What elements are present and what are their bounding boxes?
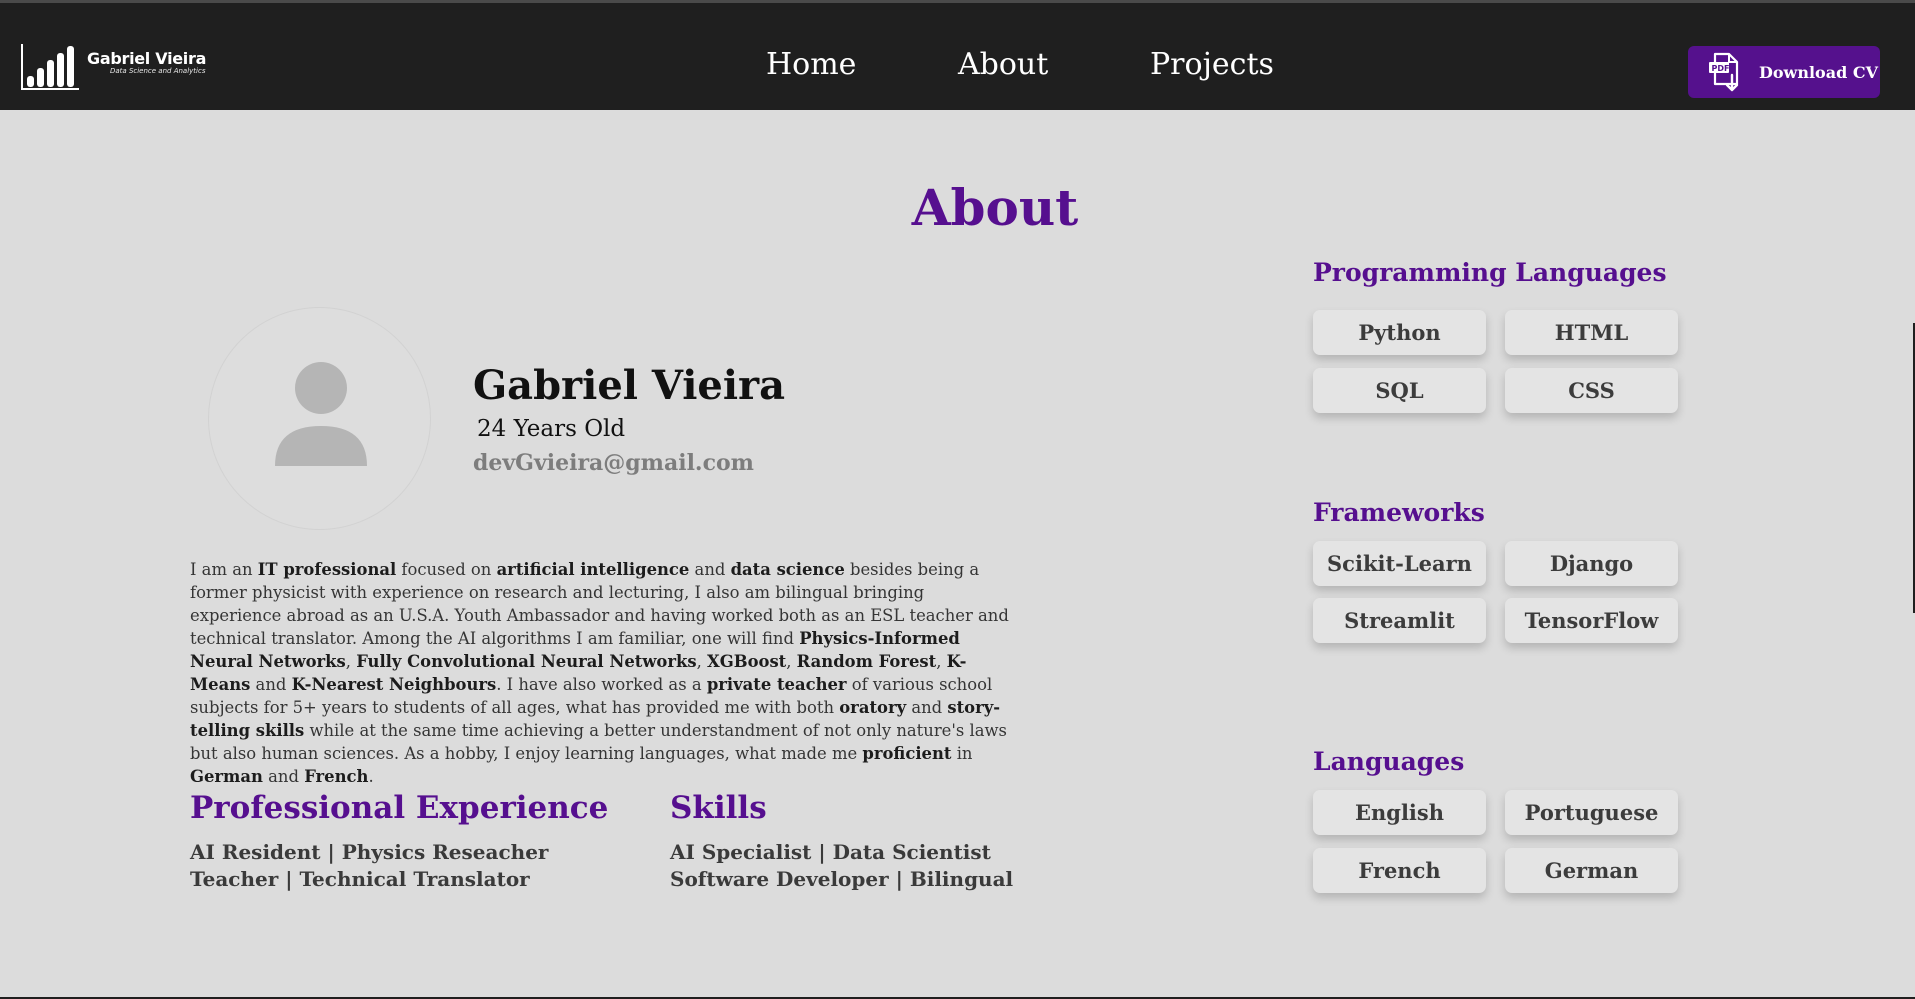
- profile-email[interactable]: devGvieira@gmail.com: [473, 449, 754, 477]
- bio-highlight: data science: [730, 560, 845, 579]
- bio-highlight: artificial intelligence: [496, 560, 690, 579]
- skills-line: AI Specialist | Data Scientist: [670, 840, 991, 864]
- frameworks-title: Frameworks: [1313, 498, 1485, 527]
- profile-age: 24 Years Old: [477, 416, 626, 442]
- bio-highlight: K-Nearest Neighbours: [291, 675, 497, 694]
- nav-about[interactable]: About: [958, 47, 1048, 83]
- bio-text: ,: [345, 652, 357, 671]
- tag-css[interactable]: CSS: [1505, 368, 1678, 413]
- skills-title: Skills: [670, 790, 767, 826]
- tag-tensorflow[interactable]: TensorFlow: [1505, 598, 1678, 643]
- logo-tagline: Data Science and Analytics: [110, 67, 206, 75]
- bio-text: and: [689, 560, 731, 579]
- bio-highlight: Random Forest: [796, 652, 937, 671]
- bio-highlight: German: [190, 767, 263, 786]
- tag-django[interactable]: Django: [1505, 541, 1678, 586]
- download-cv-label: Download CV: [1759, 62, 1878, 82]
- avatar: [208, 307, 431, 530]
- programming-languages-title: Programming Languages: [1313, 258, 1667, 287]
- bio-highlight: Fully Convolutional Neural Networks: [356, 652, 697, 671]
- profile-name: Gabriel Vieira: [473, 362, 786, 409]
- bio-text: ,: [786, 652, 797, 671]
- tag-scikit-learn[interactable]: Scikit-Learn: [1313, 541, 1486, 586]
- bio-text: focused on: [396, 560, 497, 579]
- bio-text: ,: [696, 652, 708, 671]
- bar-chart-logo-icon: [21, 44, 79, 90]
- bio-highlight: proficient: [862, 744, 952, 763]
- page-title: About: [911, 178, 1079, 237]
- user-placeholder-icon: [275, 362, 367, 466]
- logo-name: Gabriel Vieira: [87, 49, 207, 68]
- tag-html[interactable]: HTML: [1505, 310, 1678, 355]
- bio-text: . I have also worked as a: [496, 675, 707, 694]
- experience-line: Teacher | Technical Translator: [190, 867, 530, 891]
- navbar: Gabriel Vieira Data Science and Analytic…: [0, 3, 1915, 110]
- skills-line: Software Developer | Bilingual: [670, 867, 1014, 891]
- tag-python[interactable]: Python: [1313, 310, 1486, 355]
- bio-text: and: [250, 675, 292, 694]
- tag-streamlit[interactable]: Streamlit: [1313, 598, 1486, 643]
- bio-text: ,: [936, 652, 947, 671]
- bio-highlight: private teacher: [706, 675, 847, 694]
- tag-english[interactable]: English: [1313, 790, 1486, 835]
- bio-text: I am an: [190, 560, 258, 579]
- bio-text: .: [368, 767, 374, 786]
- bio-highlight: French: [304, 767, 369, 786]
- bio-highlight: IT professional: [257, 560, 397, 579]
- pdf-download-icon: PDF: [1709, 52, 1739, 92]
- tag-portuguese[interactable]: Portuguese: [1505, 790, 1678, 835]
- bio-highlight: oratory: [839, 698, 907, 717]
- languages-title: Languages: [1313, 747, 1465, 776]
- experience-line: AI Resident | Physics Reseacher: [190, 840, 549, 864]
- bio-highlight: XGBoost: [707, 652, 787, 671]
- bio-text: and: [906, 698, 948, 717]
- svg-text:PDF: PDF: [1712, 64, 1730, 73]
- tag-french[interactable]: French: [1313, 848, 1486, 893]
- nav-home[interactable]: Home: [766, 47, 856, 83]
- experience-title: Professional Experience: [190, 790, 609, 826]
- bio-paragraph: I am an IT professional focused on artif…: [190, 558, 1020, 788]
- tag-sql[interactable]: SQL: [1313, 368, 1486, 413]
- tag-german[interactable]: German: [1505, 848, 1678, 893]
- bio-text: and: [262, 767, 305, 786]
- nav-projects[interactable]: Projects: [1150, 47, 1274, 83]
- bio-text: in: [951, 744, 973, 763]
- download-cv-button[interactable]: PDF Download CV: [1688, 46, 1880, 98]
- site-logo[interactable]: Gabriel Vieira Data Science and Analytic…: [20, 43, 206, 91]
